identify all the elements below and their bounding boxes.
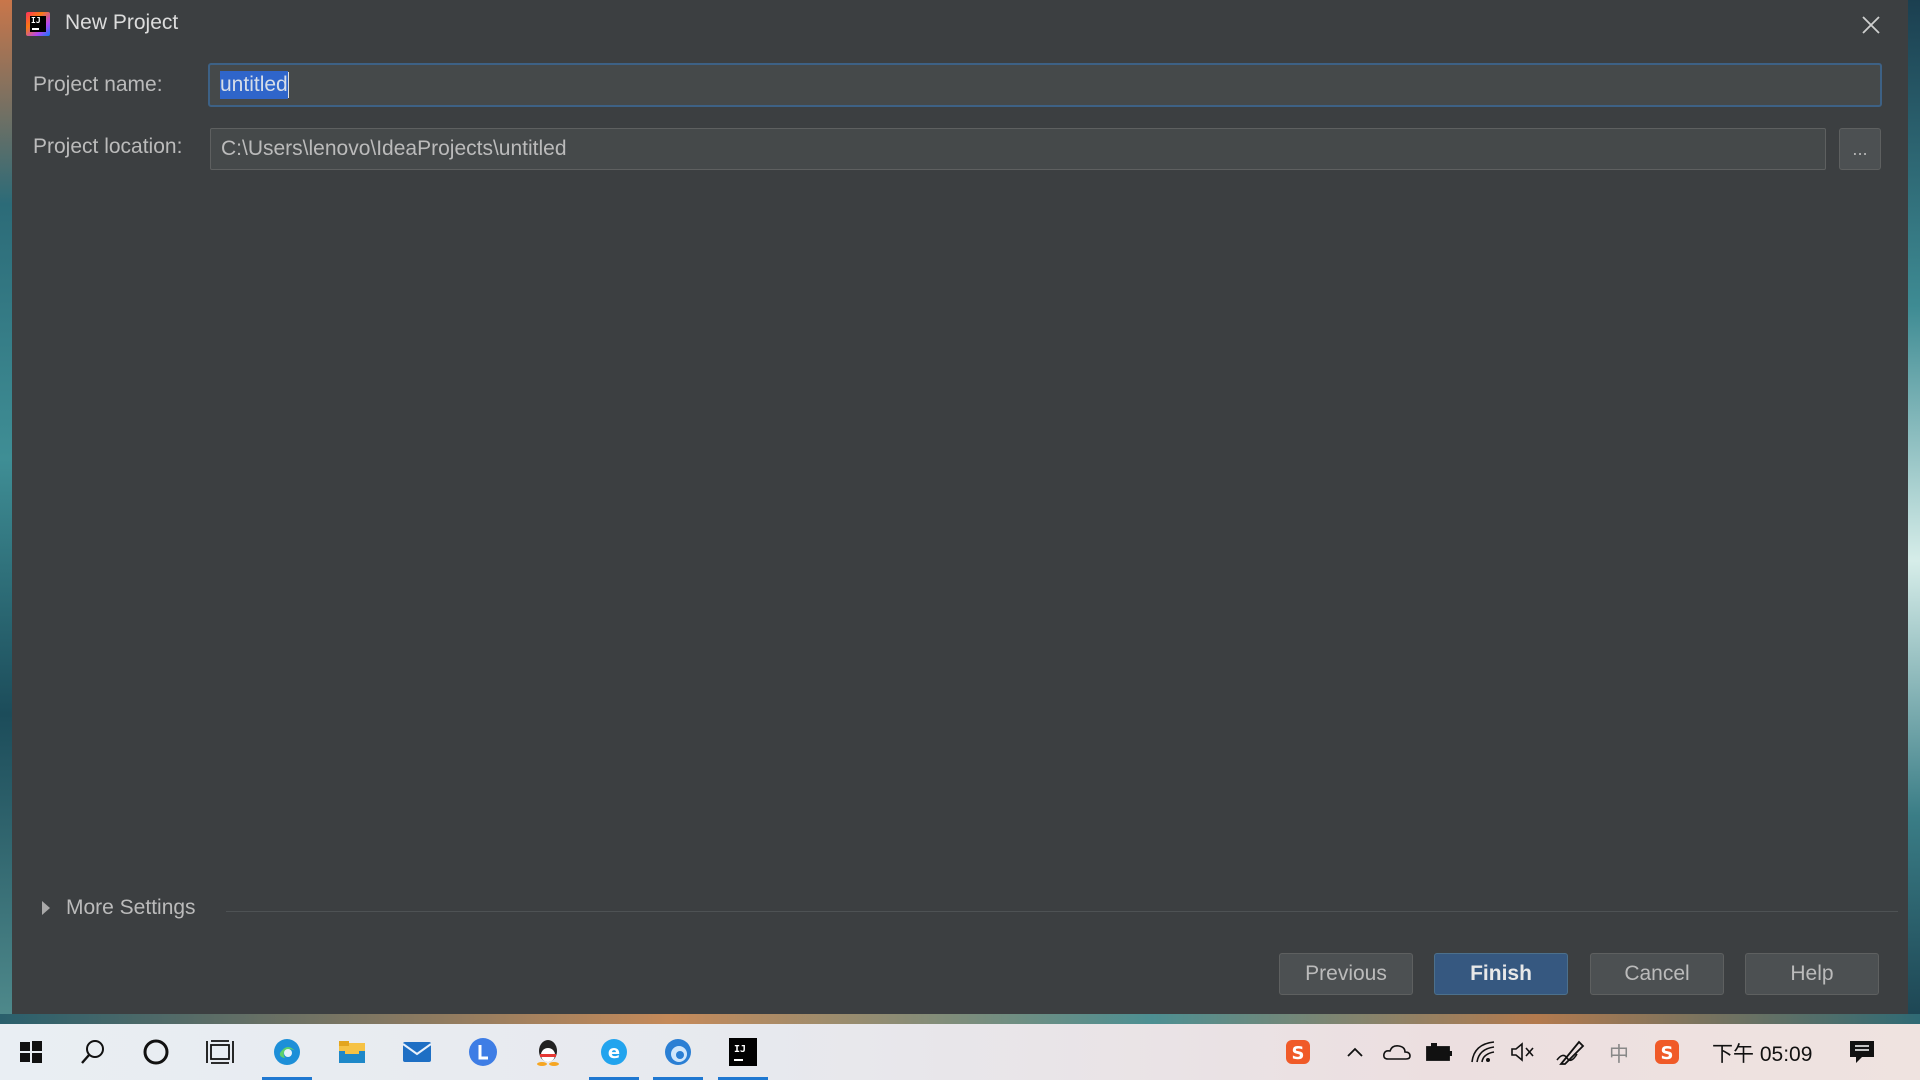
- clock[interactable]: 下午 05:09: [1712, 1038, 1812, 1068]
- more-settings-label: More Settings: [66, 896, 196, 919]
- pen-icon: [1556, 1040, 1585, 1065]
- ime-icon: 中: [1609, 1041, 1629, 1066]
- taskbar-edge[interactable]: [262, 1024, 312, 1080]
- divider: [226, 911, 1898, 912]
- onedrive-button[interactable]: [1381, 1038, 1413, 1066]
- svg-text:e: e: [608, 1042, 620, 1063]
- intellij-icon: IJ: [729, 1038, 757, 1066]
- task-view-button[interactable]: [195, 1024, 245, 1080]
- mail-icon: [402, 1042, 432, 1062]
- close-button[interactable]: [1856, 10, 1886, 40]
- new-project-dialog: IJ New Project Project name: untitled Pr…: [12, 0, 1908, 1014]
- qq-icon: [537, 1040, 559, 1066]
- network-button[interactable]: [1468, 1038, 1498, 1066]
- taskbar: e IJ S 中 S 下午 05:09: [0, 1024, 1920, 1080]
- pen-workspace-button[interactable]: [1554, 1038, 1588, 1066]
- edge-beta-icon: [665, 1039, 691, 1065]
- start-button[interactable]: [6, 1024, 56, 1080]
- project-location-label: Project location:: [33, 135, 183, 158]
- search-icon: [81, 1040, 104, 1064]
- text-caret: [287, 72, 289, 98]
- svg-text:S: S: [1661, 1043, 1674, 1064]
- start-icon: [20, 1041, 42, 1063]
- onedrive-icon: [1383, 1045, 1411, 1060]
- sogou-icon: S: [1286, 1040, 1310, 1064]
- taskbar-intellij[interactable]: IJ: [718, 1024, 768, 1080]
- wifi-icon: [1471, 1041, 1495, 1063]
- project-name-label: Project name:: [33, 73, 163, 96]
- battery-icon: [1426, 1043, 1452, 1061]
- cancel-button[interactable]: Cancel: [1590, 953, 1724, 995]
- svg-text:IJ: IJ: [734, 1044, 746, 1055]
- project-name-value: untitled: [220, 71, 288, 99]
- cortana-button[interactable]: [131, 1024, 181, 1080]
- app-l-icon: [469, 1038, 497, 1066]
- wallpaper-right: [1908, 0, 1920, 1020]
- close-icon: [1862, 16, 1880, 34]
- volume-button[interactable]: [1508, 1038, 1538, 1066]
- svg-text:S: S: [1292, 1043, 1305, 1064]
- more-settings-toggle[interactable]: More Settings: [42, 896, 196, 920]
- edge-icon: [274, 1039, 300, 1065]
- wallpaper-bottom: [0, 1014, 1920, 1024]
- task-view-icon: [206, 1040, 234, 1064]
- finish-button[interactable]: Finish: [1434, 953, 1568, 995]
- sogou-tray-icon: S: [1655, 1040, 1679, 1064]
- sogou-button[interactable]: S: [1282, 1038, 1314, 1066]
- show-hidden-icons-button[interactable]: [1342, 1038, 1368, 1066]
- file-explorer-icon: [339, 1041, 365, 1063]
- expand-arrow-icon: [42, 901, 50, 915]
- taskbar-browser-e[interactable]: e: [589, 1024, 639, 1080]
- cortana-icon: [143, 1039, 169, 1065]
- ime-button[interactable]: 中: [1604, 1038, 1634, 1066]
- taskbar-qq[interactable]: [523, 1024, 573, 1080]
- browse-label: ...: [1852, 139, 1868, 159]
- taskbar-file-explorer[interactable]: [327, 1024, 377, 1080]
- project-name-input[interactable]: untitled: [208, 63, 1882, 107]
- project-location-input[interactable]: C:\Users\lenovo\IdeaProjects\untitled: [210, 128, 1826, 170]
- battery-button[interactable]: [1424, 1038, 1456, 1066]
- volume-muted-icon: [1511, 1042, 1534, 1062]
- intellij-app-icon: IJ: [26, 12, 50, 36]
- taskbar-app-l[interactable]: [458, 1024, 508, 1080]
- browser-e-icon: e: [601, 1039, 627, 1065]
- previous-button[interactable]: Previous: [1279, 953, 1413, 995]
- dialog-title: New Project: [65, 11, 179, 34]
- action-center-button[interactable]: [1846, 1038, 1878, 1066]
- wallpaper-left: [0, 0, 12, 1020]
- search-button[interactable]: [68, 1024, 118, 1080]
- sogou-tray-button[interactable]: S: [1651, 1038, 1683, 1066]
- chevron-up-icon: [1347, 1047, 1363, 1057]
- project-location-value: C:\Users\lenovo\IdeaProjects\untitled: [221, 137, 567, 160]
- title-bar[interactable]: IJ New Project: [12, 0, 1908, 48]
- help-button[interactable]: Help: [1745, 953, 1879, 995]
- notification-icon: [1850, 1041, 1874, 1063]
- taskbar-edge-beta[interactable]: [653, 1024, 703, 1080]
- taskbar-mail[interactable]: [392, 1024, 442, 1080]
- browse-button[interactable]: ...: [1839, 128, 1881, 170]
